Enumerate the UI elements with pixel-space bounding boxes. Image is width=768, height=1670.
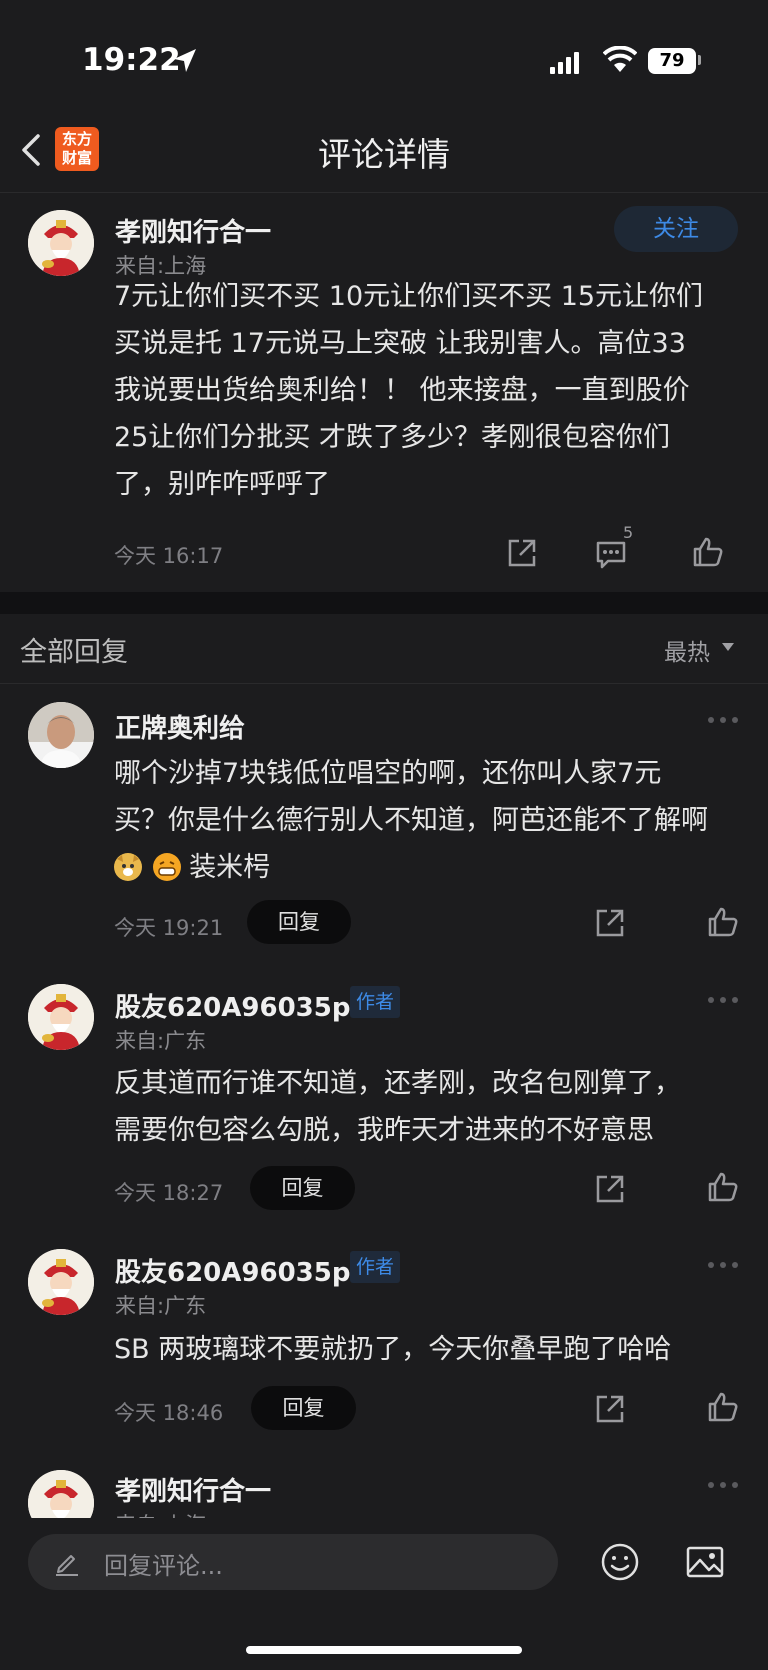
- share-icon[interactable]: [593, 906, 627, 940]
- reply-button[interactable]: 回复: [247, 900, 351, 944]
- sort-dropdown[interactable]: 最热: [664, 633, 710, 667]
- share-icon[interactable]: [593, 1172, 627, 1206]
- location-arrow-icon: [174, 49, 196, 72]
- comment-line: 7元让你们买不买 10元让你们买不买 15元让你们: [114, 281, 704, 312]
- comment-line: 我说要出货给奥利给！！ 他来接盘，一直到股价: [114, 375, 690, 406]
- author-tag: 作者: [350, 986, 401, 1018]
- more-icon[interactable]: [708, 1482, 742, 1490]
- comment-time: 今天 16:17: [114, 544, 224, 568]
- dog-emoji-icon: [114, 853, 142, 881]
- battery-tip: [698, 55, 701, 65]
- share-icon[interactable]: [593, 1392, 627, 1426]
- author-location: 来自:广东: [115, 1294, 207, 1318]
- emoji-icon[interactable]: [600, 1542, 640, 1582]
- author-name[interactable]: 孝刚知行合一: [115, 212, 271, 249]
- reply-body: 反其道而行谁不知道，还孝刚，改名包刚算了， 需要你包容么勾脱，我昨天才进来的不好…: [114, 1060, 754, 1154]
- like-icon[interactable]: [706, 1390, 740, 1424]
- reply-line: 需要你包容么勾脱，我昨天才进来的不好意思: [114, 1115, 654, 1146]
- follow-button[interactable]: 关注: [614, 206, 738, 252]
- section-divider: [0, 592, 768, 614]
- edit-icon: [56, 1555, 78, 1576]
- status-time: 19:22: [82, 42, 181, 78]
- reply-input-placeholder[interactable]: 回复评论...: [104, 1546, 223, 1581]
- reply-time: 今天 19:21: [114, 916, 224, 940]
- comment-icon[interactable]: [594, 537, 628, 571]
- reply-text-tail: 装米枵: [189, 852, 271, 883]
- comment-line: 了，别咋咋呼呼了: [114, 469, 330, 500]
- divider: [0, 683, 768, 684]
- avatar[interactable]: [28, 1249, 94, 1315]
- divider: [0, 192, 768, 193]
- signal-icon: [550, 52, 584, 74]
- reply-button[interactable]: 回复: [251, 1386, 356, 1430]
- reply-time: 今天 18:27: [114, 1181, 224, 1205]
- comment-count: 5: [623, 523, 634, 542]
- share-icon[interactable]: [505, 536, 539, 570]
- replies-title: 全部回复: [20, 637, 128, 668]
- reply-line: 哪个沙掉7块钱低位唱空的啊，还你叫人家7元: [114, 758, 662, 789]
- like-icon[interactable]: [691, 535, 725, 569]
- image-icon[interactable]: [685, 1542, 725, 1582]
- avatar[interactable]: [28, 702, 94, 768]
- like-icon[interactable]: [706, 905, 740, 939]
- reply-line: 装米枵: [114, 844, 754, 891]
- caret-down-icon[interactable]: [722, 643, 734, 651]
- more-icon[interactable]: [708, 1262, 742, 1270]
- reply-body: 哪个沙掉7块钱低位唱空的啊，还你叫人家7元 买？你是什么德行别人不知道，阿芭还能…: [114, 750, 754, 891]
- like-icon[interactable]: [706, 1170, 740, 1204]
- comment-line: 买说是托 17元说马上突破 让我别害人。高位33: [114, 328, 686, 359]
- reply-body: SB 两玻璃球不要就扔了，今天你叠早跑了哈哈: [114, 1326, 754, 1373]
- avatar[interactable]: [28, 210, 94, 276]
- battery-indicator: 79: [648, 48, 696, 74]
- home-indicator[interactable]: [246, 1646, 522, 1654]
- comment-line: 25让你们分批买 才跌了多少？孝刚很包容你们: [114, 422, 670, 453]
- author-name[interactable]: 孝刚知行合一: [115, 1471, 271, 1508]
- reply-line: SB 两玻璃球不要就扔了，今天你叠早跑了哈哈: [114, 1334, 672, 1365]
- comment-body: 7元让你们买不买 10元让你们买不买 15元让你们 买说是托 17元说马上突破 …: [114, 273, 754, 508]
- more-icon[interactable]: [708, 717, 742, 725]
- avatar[interactable]: [28, 984, 94, 1050]
- reply-time: 今天 18:46: [114, 1401, 224, 1425]
- author-name[interactable]: 股友620A96035p: [115, 1252, 350, 1289]
- wifi-icon: [603, 46, 637, 72]
- page-title: 评论详情: [318, 135, 450, 174]
- grin-emoji-icon: [152, 853, 181, 881]
- reply-line: 反其道而行谁不知道，还孝刚，改名包刚算了，: [114, 1068, 681, 1099]
- author-tag: 作者: [350, 1251, 401, 1283]
- reply-line: 买？你是什么德行别人不知道，阿芭还能不了解啊: [114, 805, 708, 836]
- author-name[interactable]: 股友620A96035p: [115, 987, 350, 1024]
- reply-button[interactable]: 回复: [250, 1166, 355, 1210]
- author-name[interactable]: 正牌奥利给: [115, 708, 245, 745]
- more-icon[interactable]: [708, 997, 742, 1005]
- author-location: 来自:广东: [115, 1029, 207, 1053]
